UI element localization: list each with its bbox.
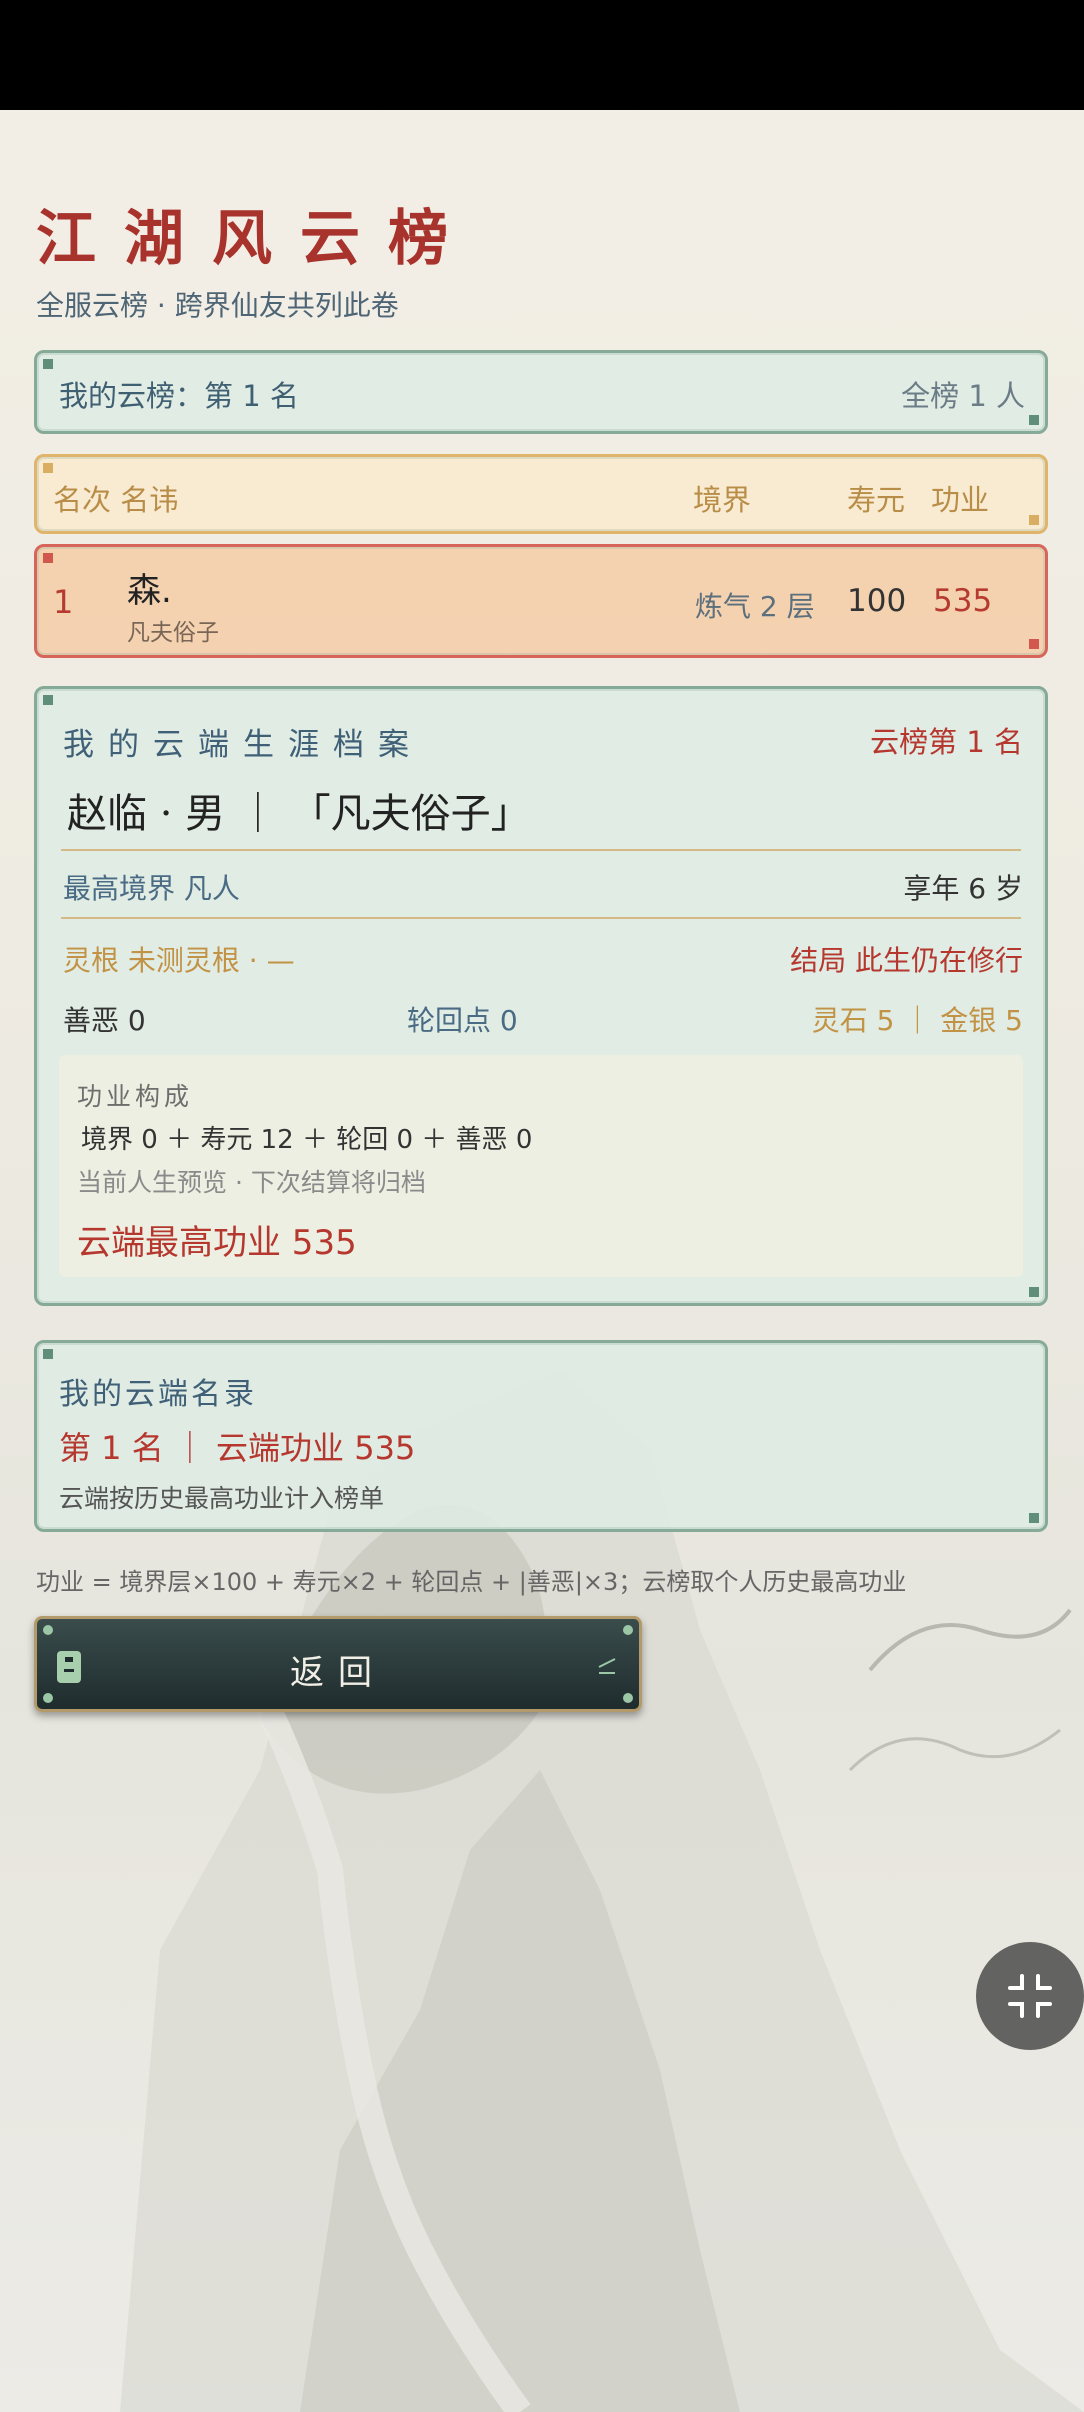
ending: 结局 此生仍在修行 — [790, 944, 1023, 977]
header-merit: 功业 — [931, 483, 990, 517]
row-merit: 535 — [933, 583, 993, 619]
back-button[interactable]: 返回 — [34, 1616, 642, 1712]
my-rank-panel: 我的云榜：第 1 名 全榜 1 人 — [34, 350, 1048, 434]
collapse-button[interactable] — [976, 1942, 1084, 2050]
merit-formula-note: 功业 = 境界层×100 + 寿元×2 + 轮回点 + |善恶|×3；云榜取个人… — [36, 1568, 907, 1596]
cloud-record-panel: 我的云端名录 第 1 名 ｜ 云端功业 535 云端按历史最高功业计入榜单 — [34, 1340, 1048, 1532]
cloud-record-title: 我的云端名录 — [59, 1377, 257, 1412]
corner-dot — [43, 1693, 53, 1703]
corner-dot — [623, 1693, 633, 1703]
good-evil: 善恶 0 — [63, 1004, 146, 1037]
table-header: 名次 名讳 境界 寿元 功业 — [34, 454, 1048, 534]
currency: 灵石 5 ｜ 金银 5 — [811, 1004, 1023, 1037]
spirit-root: 灵根 未测灵根 · — — [63, 944, 295, 977]
merit-title: 功业构成 — [77, 1082, 194, 1111]
table-row[interactable]: 1 森. 凡夫俗子 炼气 2 层 100 535 — [34, 544, 1048, 658]
back-label: 返回 — [290, 1653, 386, 1693]
my-rank-label: 我的云榜：第 1 名 — [59, 379, 299, 413]
archive-rank: 云榜第 1 名 — [870, 725, 1023, 759]
row-realm: 炼气 2 层 — [695, 590, 815, 623]
row-lifespan: 100 — [847, 583, 907, 619]
archive-identity: 赵临 · 男 ｜ 「凡夫俗子」 — [67, 791, 531, 837]
cloud-best-merit: 云端最高功业 535 — [77, 1223, 357, 1263]
divider — [61, 849, 1021, 851]
cloud-record-rank: 第 1 名 ｜ 云端功业 535 — [59, 1429, 416, 1467]
decoration-icon — [598, 1658, 616, 1674]
row-title: 凡夫俗子 — [127, 620, 219, 646]
page-title: 江湖风云榜 — [36, 204, 476, 274]
corner-dot — [43, 1625, 53, 1635]
corner-dot — [623, 1625, 633, 1635]
cloud-record-note: 云端按历史最高功业计入榜单 — [59, 1484, 385, 1513]
divider — [61, 917, 1021, 919]
page-subtitle: 全服云榜 · 跨界仙友共列此卷 — [36, 289, 399, 322]
career-archive-panel: 我的云端生涯档案 云榜第 1 名 赵临 · 男 ｜ 「凡夫俗子」 最高境界 凡人… — [34, 686, 1048, 1306]
merit-formula: 境界 0 ＋ 寿元 12 ＋ 轮回 0 ＋ 善恶 0 — [81, 1125, 533, 1155]
merit-note: 当前人生预览 · 下次结算将归档 — [77, 1168, 426, 1197]
age: 享年 6 岁 — [903, 872, 1023, 905]
status-bar — [0, 0, 1084, 110]
header-realm: 境界 — [693, 483, 752, 517]
collapse-icon — [1008, 1974, 1052, 2018]
total-count: 全榜 1 人 — [901, 379, 1025, 413]
row-rank: 1 — [53, 583, 74, 621]
reincarnation-points: 轮回点 0 — [407, 1004, 518, 1037]
header-lifespan: 寿元 — [847, 483, 906, 517]
highest-realm: 最高境界 凡人 — [63, 872, 240, 905]
header-rank-name: 名次 名讳 — [53, 483, 179, 517]
archive-heading: 我的云端生涯档案 — [63, 727, 423, 763]
merit-breakdown: 功业构成 境界 0 ＋ 寿元 12 ＋ 轮回 0 ＋ 善恶 0 当前人生预览 ·… — [59, 1055, 1023, 1277]
row-name: 森. — [127, 571, 172, 611]
